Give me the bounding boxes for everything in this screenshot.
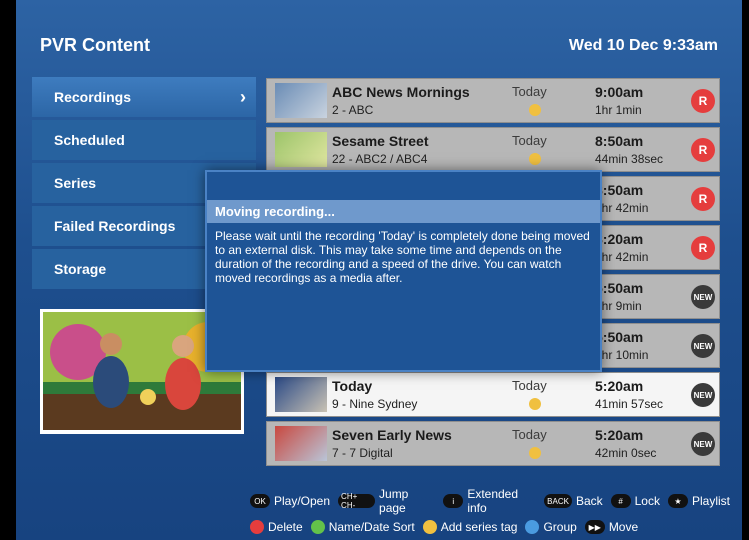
chevron-right-icon: ›	[240, 86, 246, 107]
star-key-icon: ★	[667, 494, 688, 508]
legend-extended-info[interactable]: i Extended info	[443, 487, 536, 515]
legend-label: Add series tag	[440, 520, 518, 534]
program-day: Today	[512, 378, 547, 393]
legend-add-series-tag[interactable]: Add series tag	[422, 520, 518, 534]
page-title: PVR Content	[40, 35, 150, 55]
program-duration: 3hr 10min	[595, 348, 649, 362]
legend-label: Play/Open	[274, 494, 331, 508]
legend-group[interactable]: Group	[525, 520, 577, 534]
green-button-icon	[310, 520, 325, 534]
legend-sort[interactable]: Name/Date Sort	[310, 520, 415, 534]
legend-back[interactable]: BACK Back	[544, 494, 603, 508]
program-day: Today	[512, 84, 547, 99]
menu-item-label: Recordings	[54, 89, 132, 105]
pvr-screen: PVR Content Wed 10 Dec 9:33am Recordings…	[16, 0, 742, 540]
legend-label: Lock	[634, 494, 660, 508]
program-channel: 2 - ABC	[332, 103, 374, 117]
recording-thumbnail	[275, 426, 327, 461]
status-dot-icon	[529, 104, 541, 116]
menu-item-label: Scheduled	[54, 132, 125, 148]
menu-item-label: Failed Recordings	[54, 218, 176, 234]
yellow-button-icon	[422, 520, 437, 534]
legend-move[interactable]: ▶▶ Move	[584, 520, 639, 534]
legend-label: Extended info	[467, 487, 519, 515]
legend-jump-page[interactable]: CH+ CH- Jump page	[338, 487, 435, 515]
legend-label: Move	[608, 520, 639, 534]
fast-forward-key-icon: ▶▶	[584, 520, 605, 534]
recording-thumbnail	[275, 83, 327, 118]
legend-label: Group	[543, 520, 577, 534]
new-badge-icon: NEW	[691, 383, 715, 407]
status-dot-icon	[529, 153, 541, 165]
ok-key-icon: OK	[250, 494, 270, 508]
program-title: Today	[332, 378, 373, 394]
legend-play-open[interactable]: OK Play/Open	[250, 494, 330, 508]
program-day: Today	[512, 427, 547, 442]
program-time: 5:50am	[595, 280, 644, 296]
legend-lock[interactable]: # Lock	[610, 494, 660, 508]
program-duration: 41min 57sec	[595, 397, 664, 411]
channel-key-icon: CH+ CH-	[338, 492, 376, 510]
program-channel: 9 - Nine Sydney	[332, 397, 418, 411]
program-time: 5:20am	[595, 427, 644, 443]
blue-button-icon	[525, 520, 540, 534]
program-time: 8:50am	[595, 182, 644, 198]
recording-row[interactable]: ABC News Mornings 2 - ABC Today 9:00am 1…	[266, 78, 720, 123]
program-time: 8:50am	[595, 133, 644, 149]
info-key-icon: i	[443, 494, 464, 508]
program-title: Seven Early News	[332, 427, 452, 443]
legend-row: Delete Name/Date Sort Add series tag Gro…	[250, 520, 730, 534]
new-badge-icon: NEW	[691, 432, 715, 456]
recording-thumbnail	[275, 377, 327, 412]
button-legend: OK Play/Open CH+ CH- Jump page i Extende…	[250, 487, 730, 539]
recording-thumbnail	[275, 132, 327, 167]
program-title: Sesame Street	[332, 133, 429, 149]
dialog-title: Moving recording...	[207, 200, 600, 223]
program-duration: 2hr 42min	[595, 201, 649, 215]
legend-label: Back	[575, 494, 603, 508]
program-channel: 22 - ABC2 / ABC4	[332, 152, 428, 166]
hash-key-icon: #	[610, 494, 631, 508]
program-duration: 42min 0sec	[595, 446, 657, 460]
program-channel: 7 - 7 Digital	[332, 446, 393, 460]
recording-badge-icon: R	[691, 89, 715, 113]
new-badge-icon: NEW	[691, 285, 715, 309]
legend-delete[interactable]: Delete	[250, 520, 303, 534]
program-day: Today	[512, 133, 547, 148]
program-title: ABC News Mornings	[332, 84, 470, 100]
dialog-message: Please wait until the recording 'Today' …	[215, 229, 590, 285]
program-time: 5:50am	[595, 329, 644, 345]
recording-row[interactable]: Sesame Street 22 - ABC2 / ABC4 Today 8:5…	[266, 127, 720, 172]
recording-badge-icon: R	[691, 138, 715, 162]
program-duration: 44min 38sec	[595, 152, 664, 166]
recording-badge-icon: R	[691, 187, 715, 211]
legend-label: Name/Date Sort	[328, 520, 415, 534]
legend-row: OK Play/Open CH+ CH- Jump page i Extende…	[250, 487, 730, 515]
recording-badge-icon: R	[691, 236, 715, 260]
program-time: 5:20am	[595, 378, 644, 394]
recording-row-selected[interactable]: Today 9 - Nine Sydney Today 5:20am 41min…	[266, 372, 720, 417]
menu-item-label: Storage	[54, 261, 107, 277]
status-dot-icon	[529, 398, 541, 410]
menu-item-label: Series	[54, 175, 97, 191]
recording-row[interactable]: Seven Early News 7 - 7 Digital Today 5:2…	[266, 421, 720, 466]
menu-item-recordings[interactable]: Recordings ›	[32, 77, 256, 117]
legend-label: Playlist	[691, 494, 730, 508]
menu-item-scheduled[interactable]: Scheduled	[32, 120, 256, 160]
moving-recording-dialog: Moving recording... Please wait until th…	[205, 170, 602, 372]
program-duration: 2hr 42min	[595, 250, 649, 264]
legend-playlist[interactable]: ★ Playlist	[667, 494, 730, 508]
program-time: 8:20am	[595, 231, 644, 247]
program-time: 9:00am	[595, 84, 644, 100]
legend-label: Delete	[268, 520, 303, 534]
program-duration: 3hr 9min	[595, 299, 642, 313]
clock: Wed 10 Dec 9:33am	[568, 37, 718, 54]
program-duration: 1hr 1min	[595, 103, 642, 117]
back-key-icon: BACK	[544, 494, 572, 508]
red-button-icon	[250, 520, 264, 534]
new-badge-icon: NEW	[691, 334, 715, 358]
legend-label: Jump page	[379, 487, 409, 515]
status-dot-icon	[529, 447, 541, 459]
